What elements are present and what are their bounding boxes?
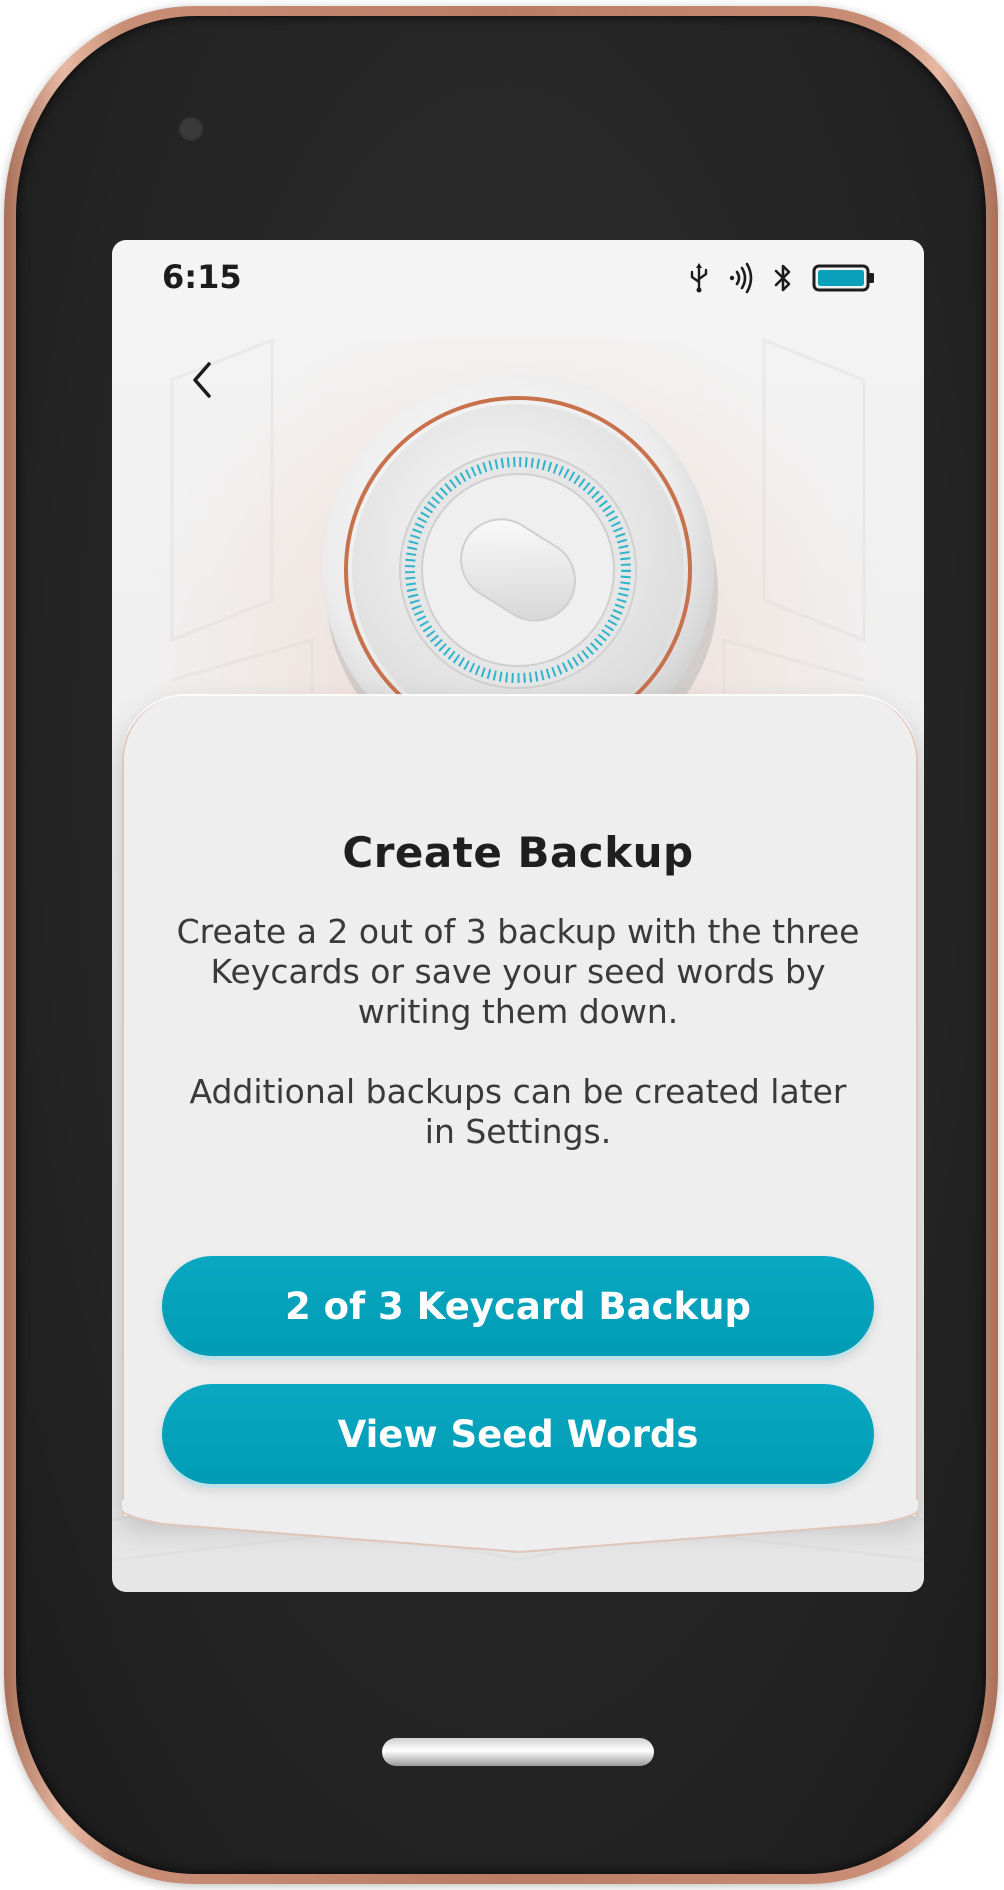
card-description: Create a 2 out of 3 backup with the thre… [172, 912, 864, 1192]
screen: 6:15 Create Backup Create a 2 out of 3 b… [112, 240, 924, 1592]
chevron-left-icon [193, 362, 211, 398]
status-icons [688, 260, 876, 296]
status-time: 6:15 [162, 258, 242, 296]
battery-icon [812, 264, 874, 292]
card-bottom-edge [122, 1500, 918, 1554]
keycard-backup-button[interactable]: 2 of 3 Keycard Backup [162, 1256, 874, 1356]
device-frame: 6:15 Create Backup Create a 2 out of 3 b… [4, 6, 998, 1884]
camera-icon [178, 115, 204, 141]
description-paragraph: Create a 2 out of 3 backup with the thre… [176, 912, 860, 1031]
home-button[interactable] [382, 1738, 654, 1766]
description-paragraph: Additional backups can be created later … [189, 1072, 847, 1151]
card-title: Create Backup [342, 828, 694, 877]
nfc-icon [729, 262, 753, 294]
usb-icon [690, 263, 708, 293]
device-bezel: 6:15 Create Backup Create a 2 out of 3 b… [16, 16, 986, 1874]
view-seed-words-button[interactable]: View Seed Words [162, 1384, 874, 1484]
back-button[interactable] [172, 350, 232, 410]
status-bar: 6:15 [112, 240, 924, 312]
bluetooth-icon [774, 264, 791, 292]
